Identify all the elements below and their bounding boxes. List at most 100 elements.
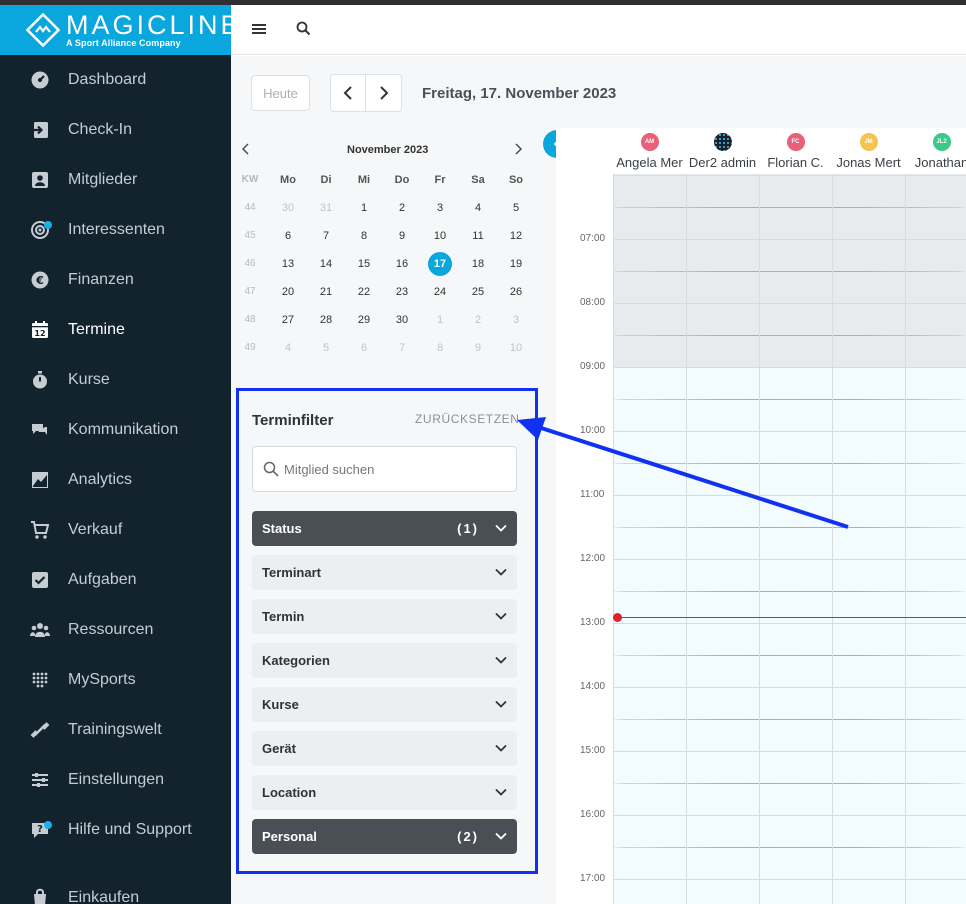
calendar-day[interactable]: 6 [349,342,379,354]
selected-day[interactable]: 17 [425,258,455,270]
calendar-day[interactable]: 3 [501,314,531,326]
filter-section-count: (1) [457,521,479,536]
sidebar-item-dashboard[interactable]: Dashboard [0,55,231,105]
calendar-day[interactable]: 13 [273,258,303,270]
calendar-day[interactable]: 9 [463,342,493,354]
sidebar-item-label: Finanzen [68,271,134,288]
calendar-day[interactable]: 30 [387,314,417,326]
resource-column-header[interactable]: FC Florian C. [759,128,832,174]
sidebar-item-finanzen[interactable]: € Finanzen [0,255,231,305]
filter-section-personal[interactable]: Personal (2) [252,819,517,854]
search-icon[interactable] [296,21,311,36]
calendar-day[interactable]: 30 [273,202,303,214]
calendar-day[interactable]: 28 [311,314,341,326]
filter-section-termin[interactable]: Termin [252,599,517,634]
calendar-day[interactable]: 27 [273,314,303,326]
week-number: 47 [244,286,256,297]
resource-column-header[interactable]: JM Jonas Mert [832,128,905,174]
calendar-day[interactable]: 20 [273,286,303,298]
resource-column-header[interactable]: AM Angela Mer [613,128,686,174]
sidebar-item-termine[interactable]: 12 Termine [0,305,231,355]
calendar-day[interactable]: 7 [387,342,417,354]
calendar-day[interactable]: 22 [349,286,379,298]
sidebar-item-check-in[interactable]: Check-In [0,105,231,155]
calendar-day[interactable]: 10 [501,342,531,354]
previous-day-button[interactable] [331,75,367,111]
time-label: 12:00 [580,553,606,564]
member-search-input[interactable]: Mitglied suchen [252,446,517,492]
sidebar-item-verkauf[interactable]: Verkauf [0,505,231,555]
today-button[interactable]: Heute [251,75,310,111]
calendar-day[interactable]: 29 [349,314,379,326]
sidebar-item-ressourcen[interactable]: Ressourcen [0,605,231,655]
hamburger-menu-icon[interactable] [252,22,266,36]
chevron-down-icon [495,612,507,620]
weekday-header: Di [320,174,332,186]
calendar-day[interactable]: 2 [463,314,493,326]
filter-section-status[interactable]: Status (1) [252,511,517,546]
calendar-day[interactable]: 8 [349,230,379,242]
calendar-day[interactable]: 6 [273,230,303,242]
mini-calendar-prev-icon[interactable] [241,142,251,156]
calendar-day[interactable]: 5 [311,342,341,354]
calendar-day[interactable]: 12 [501,230,531,242]
calendar-day[interactable]: 7 [311,230,341,242]
calendar-day[interactable]: 15 [349,258,379,270]
calendar-day[interactable]: 5 [501,202,531,214]
calendar-day[interactable]: 26 [501,286,531,298]
sidebar-item-interessenten[interactable]: Interessenten [0,205,231,255]
resource-column-header[interactable]: Der2 admin [686,128,759,174]
sidebar-item-mitglieder[interactable]: Mitglieder [0,155,231,205]
sidebar-item-einkaufen[interactable]: Einkaufen [0,873,231,904]
week-number: 45 [244,230,256,241]
filter-section-geraet[interactable]: Gerät [252,731,517,766]
calendar-day[interactable]: 1 [349,202,379,214]
calendar-day[interactable]: 31 [311,202,341,214]
calendar-day[interactable]: 19 [501,258,531,270]
calendar-day[interactable]: 14 [311,258,341,270]
filter-section-kurse[interactable]: Kurse [252,687,517,722]
half-hour-line [613,719,966,720]
calendar-day[interactable]: 3 [425,202,455,214]
sidebar-item-kurse[interactable]: Kurse [0,355,231,405]
filter-section-terminart[interactable]: Terminart [252,555,517,590]
calendar-day[interactable]: 16 [387,258,417,270]
calendar-day[interactable]: 21 [311,286,341,298]
hour-line [613,815,966,816]
calendar-day[interactable]: 9 [387,230,417,242]
time-label: 17:00 [580,873,606,884]
reset-filter-button[interactable]: ZURÜCKSETZEN [415,412,520,426]
calendar-day[interactable]: 2 [387,202,417,214]
calendar-day[interactable]: 10 [425,230,455,242]
mini-calendar-next-icon[interactable] [513,142,523,156]
week-number: 49 [244,342,256,353]
calendar-day[interactable]: 1 [425,314,455,326]
calendar-day[interactable]: 8 [425,342,455,354]
resource-column-header[interactable]: JL2 Jonathan [905,128,966,174]
calendar-day[interactable]: 18 [463,258,493,270]
next-day-button[interactable] [366,75,401,111]
half-hour-line [613,335,966,336]
calendar-day[interactable]: 11 [463,230,493,242]
sidebar-item-label: Kurse [68,371,110,388]
calendar-day[interactable]: 25 [463,286,493,298]
sidebar-item-kommunikation[interactable]: Kommunikation [0,405,231,455]
sidebar-item-trainingswelt[interactable]: Trainingswelt [0,705,231,755]
brand-logo[interactable]: MAGICLINE A Sport Alliance Company [0,5,231,55]
avatar: JL2 [932,133,951,151]
filter-section-location[interactable]: Location [252,775,517,810]
task-icon [32,572,48,588]
sidebar-item-hilfe[interactable]: ? Hilfe und Support [0,805,231,855]
sidebar-item-einstellungen[interactable]: Einstellungen [0,755,231,805]
calendar-day[interactable]: 24 [425,286,455,298]
sidebar-item-aufgaben[interactable]: Aufgaben [0,555,231,605]
filter-section-kategorien[interactable]: Kategorien [252,643,517,678]
sidebar-item-mysports[interactable]: MySports [0,655,231,705]
sidebar-item-analytics[interactable]: Analytics [0,455,231,505]
sidebar-item-label: Einstellungen [68,771,165,788]
svg-text:12: 12 [34,329,45,338]
calendar-day[interactable]: 4 [463,202,493,214]
calendar-day[interactable]: 4 [273,342,303,354]
chevron-down-icon [495,524,507,532]
calendar-day[interactable]: 23 [387,286,417,298]
